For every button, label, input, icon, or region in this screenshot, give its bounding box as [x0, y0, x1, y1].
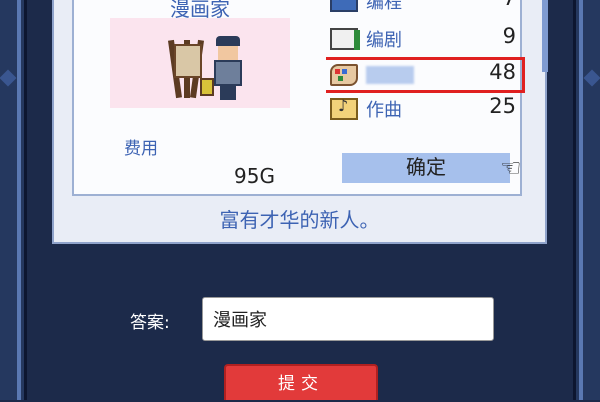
character-portrait — [110, 18, 290, 108]
skill-row-programming: 编程 7 — [326, 0, 522, 16]
book-icon — [330, 0, 358, 12]
skill-row-scenario: 编剧 9 — [326, 24, 522, 54]
skill-value: 9 — [502, 24, 516, 48]
skill-value: 48 — [489, 60, 516, 84]
music-icon — [330, 96, 358, 120]
skill-row-graphics: 48 — [326, 57, 525, 93]
staff-hire-dialog: 漫画家 费用 95G 编程 7 编剧 9 — [52, 0, 548, 244]
fee-value: 95G — [234, 164, 275, 188]
pointing-hand-icon: ☜ — [500, 154, 522, 182]
skill-name: 编程 — [366, 0, 402, 13]
skill-list: 编程 7 编剧 9 48 作曲 25 — [326, 0, 536, 126]
blurred-skill-name — [366, 66, 414, 84]
artist-sprite — [210, 36, 246, 100]
skill-scrollbar[interactable] — [542, 0, 548, 72]
answer-input[interactable] — [202, 297, 494, 341]
fee-label: 费用 — [124, 139, 158, 159]
script-icon — [330, 28, 360, 50]
submit-button[interactable]: 提交 — [224, 364, 378, 400]
job-description: 富有才华的新人。 — [219, 208, 380, 232]
palette-icon — [330, 64, 358, 86]
skill-value: 7 — [503, 0, 516, 10]
answer-label: 答案: — [130, 313, 170, 333]
skill-value: 25 — [489, 94, 516, 118]
skill-row-sound: 作曲 25 — [326, 94, 522, 124]
right-frame — [573, 0, 600, 400]
staff-info-panel: 漫画家 费用 95G 编程 7 编剧 9 — [72, 0, 548, 196]
left-frame — [0, 0, 27, 400]
confirm-button[interactable]: 确定 — [342, 153, 510, 183]
easel-icon — [167, 38, 205, 99]
skill-name: 编剧 — [366, 30, 402, 51]
skill-name: 作曲 — [366, 100, 402, 121]
